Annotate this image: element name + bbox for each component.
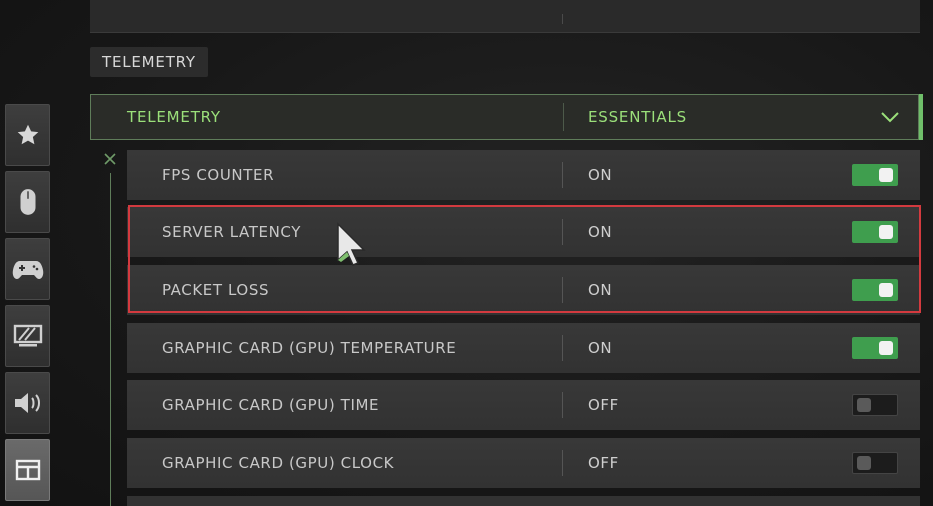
chevron-down-icon[interactable] (880, 109, 900, 128)
mouse-icon (17, 187, 39, 217)
settings-screen: TELEMETRY TELEMETRY ESSENTIALS FPS COUNT… (0, 0, 933, 506)
sidebar-item-interface[interactable] (5, 439, 50, 501)
toggle-knob (857, 398, 871, 412)
row-divider (562, 219, 563, 245)
setting-value: ON (588, 166, 613, 184)
setting-value: ON (588, 339, 613, 357)
speaker-icon (12, 390, 44, 416)
collapse-icon[interactable] (102, 151, 118, 167)
setting-row-gpu-time[interactable]: GRAPHIC CARD (GPU) TIME OFF (127, 380, 920, 430)
setting-label: GRAPHIC CARD (GPU) TIME (162, 396, 380, 414)
setting-value: ON (588, 281, 613, 299)
sidebar-item-controller[interactable] (5, 238, 50, 300)
interface-icon (15, 459, 41, 481)
previous-setting-row (90, 0, 920, 33)
setting-label: GRAPHIC CARD (GPU) CLOCK (162, 454, 395, 472)
row-divider (562, 14, 563, 24)
sidebar-item-mouse[interactable] (5, 171, 50, 233)
setting-label: FPS COUNTER (162, 166, 275, 184)
setting-value: ON (588, 223, 613, 241)
toggle-switch[interactable] (852, 452, 898, 474)
row-divider (563, 103, 564, 131)
telemetry-label: TELEMETRY (127, 108, 221, 126)
setting-row-gpu-temperature[interactable]: GRAPHIC CARD (GPU) TEMPERATURE ON (127, 323, 920, 373)
toggle-switch[interactable] (852, 221, 898, 243)
setting-value: OFF (588, 396, 619, 414)
setting-row-packet-loss[interactable]: PACKET LOSS ON (127, 265, 920, 315)
row-divider (562, 392, 563, 418)
star-icon (15, 122, 41, 148)
next-setting-row (127, 496, 920, 506)
sidebar-item-audio[interactable] (5, 372, 50, 434)
row-divider (562, 162, 563, 188)
toggle-switch[interactable] (852, 337, 898, 359)
setting-row-gpu-clock[interactable]: GRAPHIC CARD (GPU) CLOCK OFF (127, 438, 920, 488)
telemetry-preset-value: ESSENTIALS (588, 108, 687, 126)
sidebar-item-graphics[interactable] (5, 305, 50, 367)
row-divider (562, 450, 563, 476)
setting-value: OFF (588, 454, 619, 472)
row-divider (562, 277, 563, 303)
toggle-knob (879, 225, 893, 239)
telemetry-dropdown[interactable]: TELEMETRY ESSENTIALS (90, 94, 923, 140)
cursor-icon (335, 222, 369, 268)
group-tree-line (110, 173, 111, 506)
toggle-knob (879, 341, 893, 355)
setting-row-fps-counter[interactable]: FPS COUNTER ON (127, 150, 920, 200)
setting-label: GRAPHIC CARD (GPU) TEMPERATURE (162, 339, 457, 357)
sidebar-item-favorites[interactable] (5, 104, 50, 166)
category-sidebar (0, 0, 56, 506)
setting-label: PACKET LOSS (162, 281, 270, 299)
row-divider (562, 335, 563, 361)
section-title: TELEMETRY (90, 47, 208, 77)
display-icon (13, 323, 43, 349)
toggle-switch[interactable] (852, 394, 898, 416)
toggle-knob (879, 168, 893, 182)
toggle-knob (879, 283, 893, 297)
setting-row-server-latency[interactable]: SERVER LATENCY ON (127, 207, 920, 257)
toggle-switch[interactable] (852, 164, 898, 186)
toggle-knob (857, 456, 871, 470)
setting-label: SERVER LATENCY (162, 223, 301, 241)
gamepad-icon (12, 258, 44, 280)
toggle-switch[interactable] (852, 279, 898, 301)
selection-accent (919, 94, 923, 140)
